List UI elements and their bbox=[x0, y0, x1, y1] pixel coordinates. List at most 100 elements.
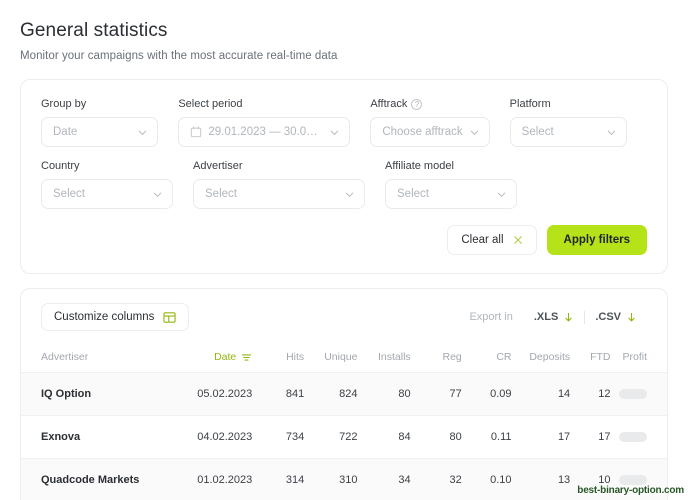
chevron-down-icon bbox=[470, 130, 478, 135]
cell-installs: 80 bbox=[357, 372, 411, 416]
calendar-icon bbox=[191, 126, 202, 138]
cell-advertiser: Quadcode Markets bbox=[21, 458, 165, 500]
filter-group-by: Group by Date bbox=[41, 98, 159, 147]
column-label: Deposits bbox=[529, 351, 571, 363]
platform-select[interactable]: Select bbox=[509, 117, 627, 147]
filter-afftrack-label: Afftrack ? bbox=[370, 98, 489, 110]
cell-advertiser: IQ Option bbox=[21, 372, 165, 416]
table-row[interactable]: Quadcode Markets 01.02.2023 314 310 34 3… bbox=[21, 458, 667, 500]
export-csv-button[interactable]: .CSV bbox=[585, 311, 647, 323]
profit-hidden-pill bbox=[619, 389, 647, 400]
cell-deposits: 14 bbox=[511, 372, 571, 416]
table-row[interactable]: Exnova 04.02.2023 734 722 84 80 0.11 17 … bbox=[21, 415, 667, 459]
general-statistics-page: General statistics Monitor your campaign… bbox=[0, 0, 688, 500]
filter-sort-icon bbox=[242, 353, 252, 361]
chevron-down-icon bbox=[331, 130, 339, 135]
table-row[interactable]: IQ Option 05.02.2023 841 824 80 77 0.09 … bbox=[21, 372, 667, 416]
affiliate-model-value: Select bbox=[397, 188, 429, 200]
cell-profit bbox=[610, 415, 667, 459]
table-head: Advertiser Date Hits Unique Installs Reg… bbox=[21, 344, 667, 373]
cell-cr: 0.11 bbox=[461, 415, 512, 459]
cell-unique: 722 bbox=[304, 415, 358, 459]
cell-hits: 314 bbox=[252, 458, 305, 500]
column-header-installs[interactable]: Installs bbox=[357, 344, 411, 373]
affiliate-model-select[interactable]: Select bbox=[385, 179, 517, 209]
filter-affiliate-model: Affiliate model Select bbox=[385, 160, 517, 209]
group-by-value: Date bbox=[53, 126, 78, 138]
profit-hidden-pill bbox=[619, 475, 647, 486]
cell-profit bbox=[610, 372, 667, 416]
column-label: Date bbox=[214, 351, 237, 363]
statistics-table: Advertiser Date Hits Unique Installs Reg… bbox=[21, 344, 667, 500]
cell-advertiser: Exnova bbox=[21, 415, 165, 459]
profit-hidden-pill bbox=[619, 432, 647, 443]
cell-reg: 77 bbox=[410, 372, 462, 416]
statistics-table-card: Customize columns Export in .XLS .CSV Ad… bbox=[20, 288, 668, 500]
column-header-advertiser[interactable]: Advertiser bbox=[21, 344, 165, 373]
column-header-cr[interactable]: CR bbox=[461, 344, 512, 373]
column-header-deposits[interactable]: Deposits bbox=[511, 344, 571, 373]
cell-installs: 84 bbox=[357, 415, 411, 459]
column-header-profit[interactable]: Profit bbox=[610, 344, 667, 373]
cell-deposits: 17 bbox=[511, 415, 571, 459]
cell-date: 05.02.2023 bbox=[164, 372, 253, 416]
afftrack-value: Choose afftrack bbox=[382, 126, 463, 138]
afftrack-select[interactable]: Choose afftrack bbox=[370, 117, 490, 147]
chevron-down-icon bbox=[497, 192, 506, 197]
column-header-reg[interactable]: Reg bbox=[410, 344, 462, 373]
apply-filters-button[interactable]: Apply filters bbox=[546, 225, 647, 255]
select-period-value: 29.01.2023 — 30.03.2023 bbox=[208, 126, 323, 138]
cell-date: 01.02.2023 bbox=[164, 458, 253, 500]
clear-all-button[interactable]: Clear all bbox=[447, 225, 537, 255]
filter-advertiser: Advertiser Select bbox=[193, 160, 365, 209]
cell-hits: 841 bbox=[252, 372, 305, 416]
column-header-date[interactable]: Date bbox=[164, 344, 253, 373]
cell-date: 04.02.2023 bbox=[164, 415, 253, 459]
country-select[interactable]: Select bbox=[41, 179, 173, 209]
clear-all-label: Clear all bbox=[461, 234, 504, 246]
filters-card: Group by Date Select period 29.01.2023 —… bbox=[20, 79, 668, 274]
column-label: Installs bbox=[377, 351, 411, 363]
cell-reg: 32 bbox=[410, 458, 462, 500]
download-icon bbox=[628, 312, 635, 321]
page-subtitle: Monitor your campaigns with the most acc… bbox=[20, 50, 338, 62]
filter-country: Country Select bbox=[41, 160, 173, 209]
platform-value: Select bbox=[521, 126, 554, 138]
columns-grid-icon bbox=[163, 311, 176, 323]
column-header-ftd[interactable]: FTD bbox=[570, 344, 611, 373]
cell-deposits: 13 bbox=[511, 458, 571, 500]
export-controls: Export in .XLS .CSV bbox=[469, 310, 647, 324]
filters-row-2: Country Select Advertiser Select Affilia… bbox=[41, 160, 647, 209]
help-icon[interactable]: ? bbox=[411, 98, 423, 110]
filter-country-label: Country bbox=[41, 160, 80, 172]
column-label: FTD bbox=[590, 351, 611, 363]
column-header-hits[interactable]: Hits bbox=[252, 344, 305, 373]
filters-row-1: Group by Date Select period 29.01.2023 —… bbox=[41, 98, 647, 147]
filters-section: Group by Date Select period 29.01.2023 —… bbox=[21, 80, 667, 225]
cell-installs: 34 bbox=[357, 458, 411, 500]
download-icon bbox=[565, 312, 572, 321]
filter-group-by-label: Group by bbox=[41, 98, 87, 110]
advertiser-select[interactable]: Select bbox=[193, 179, 365, 209]
filter-actions: Clear all Apply filters bbox=[21, 225, 667, 273]
column-label: Unique bbox=[324, 351, 358, 363]
group-by-select[interactable]: Date bbox=[41, 117, 159, 147]
select-period-datepicker[interactable]: 29.01.2023 — 30.03.2023 bbox=[178, 117, 351, 147]
export-xls-button[interactable]: .XLS bbox=[524, 311, 584, 323]
column-header-unique[interactable]: Unique bbox=[304, 344, 358, 373]
close-icon bbox=[513, 236, 522, 244]
table-toolbar: Customize columns Export in .XLS .CSV bbox=[21, 289, 667, 344]
cell-cr: 0.10 bbox=[461, 458, 512, 500]
column-label: Reg bbox=[442, 351, 462, 363]
site-watermark: best-binary-option.com bbox=[577, 485, 684, 496]
cell-reg: 80 bbox=[410, 415, 462, 459]
export-xls-label: .XLS bbox=[533, 311, 559, 323]
country-value: Select bbox=[53, 188, 85, 200]
customize-columns-button[interactable]: Customize columns bbox=[41, 303, 190, 331]
column-label: Profit bbox=[622, 351, 647, 363]
chevron-down-icon bbox=[153, 192, 162, 197]
filter-select-period: Select period 29.01.2023 — 30.03.2023 bbox=[178, 98, 351, 147]
table-header-row: Advertiser Date Hits Unique Installs Reg… bbox=[21, 344, 667, 373]
filter-advertiser-label: Advertiser bbox=[193, 160, 243, 172]
cell-ftd: 17 bbox=[570, 415, 611, 459]
